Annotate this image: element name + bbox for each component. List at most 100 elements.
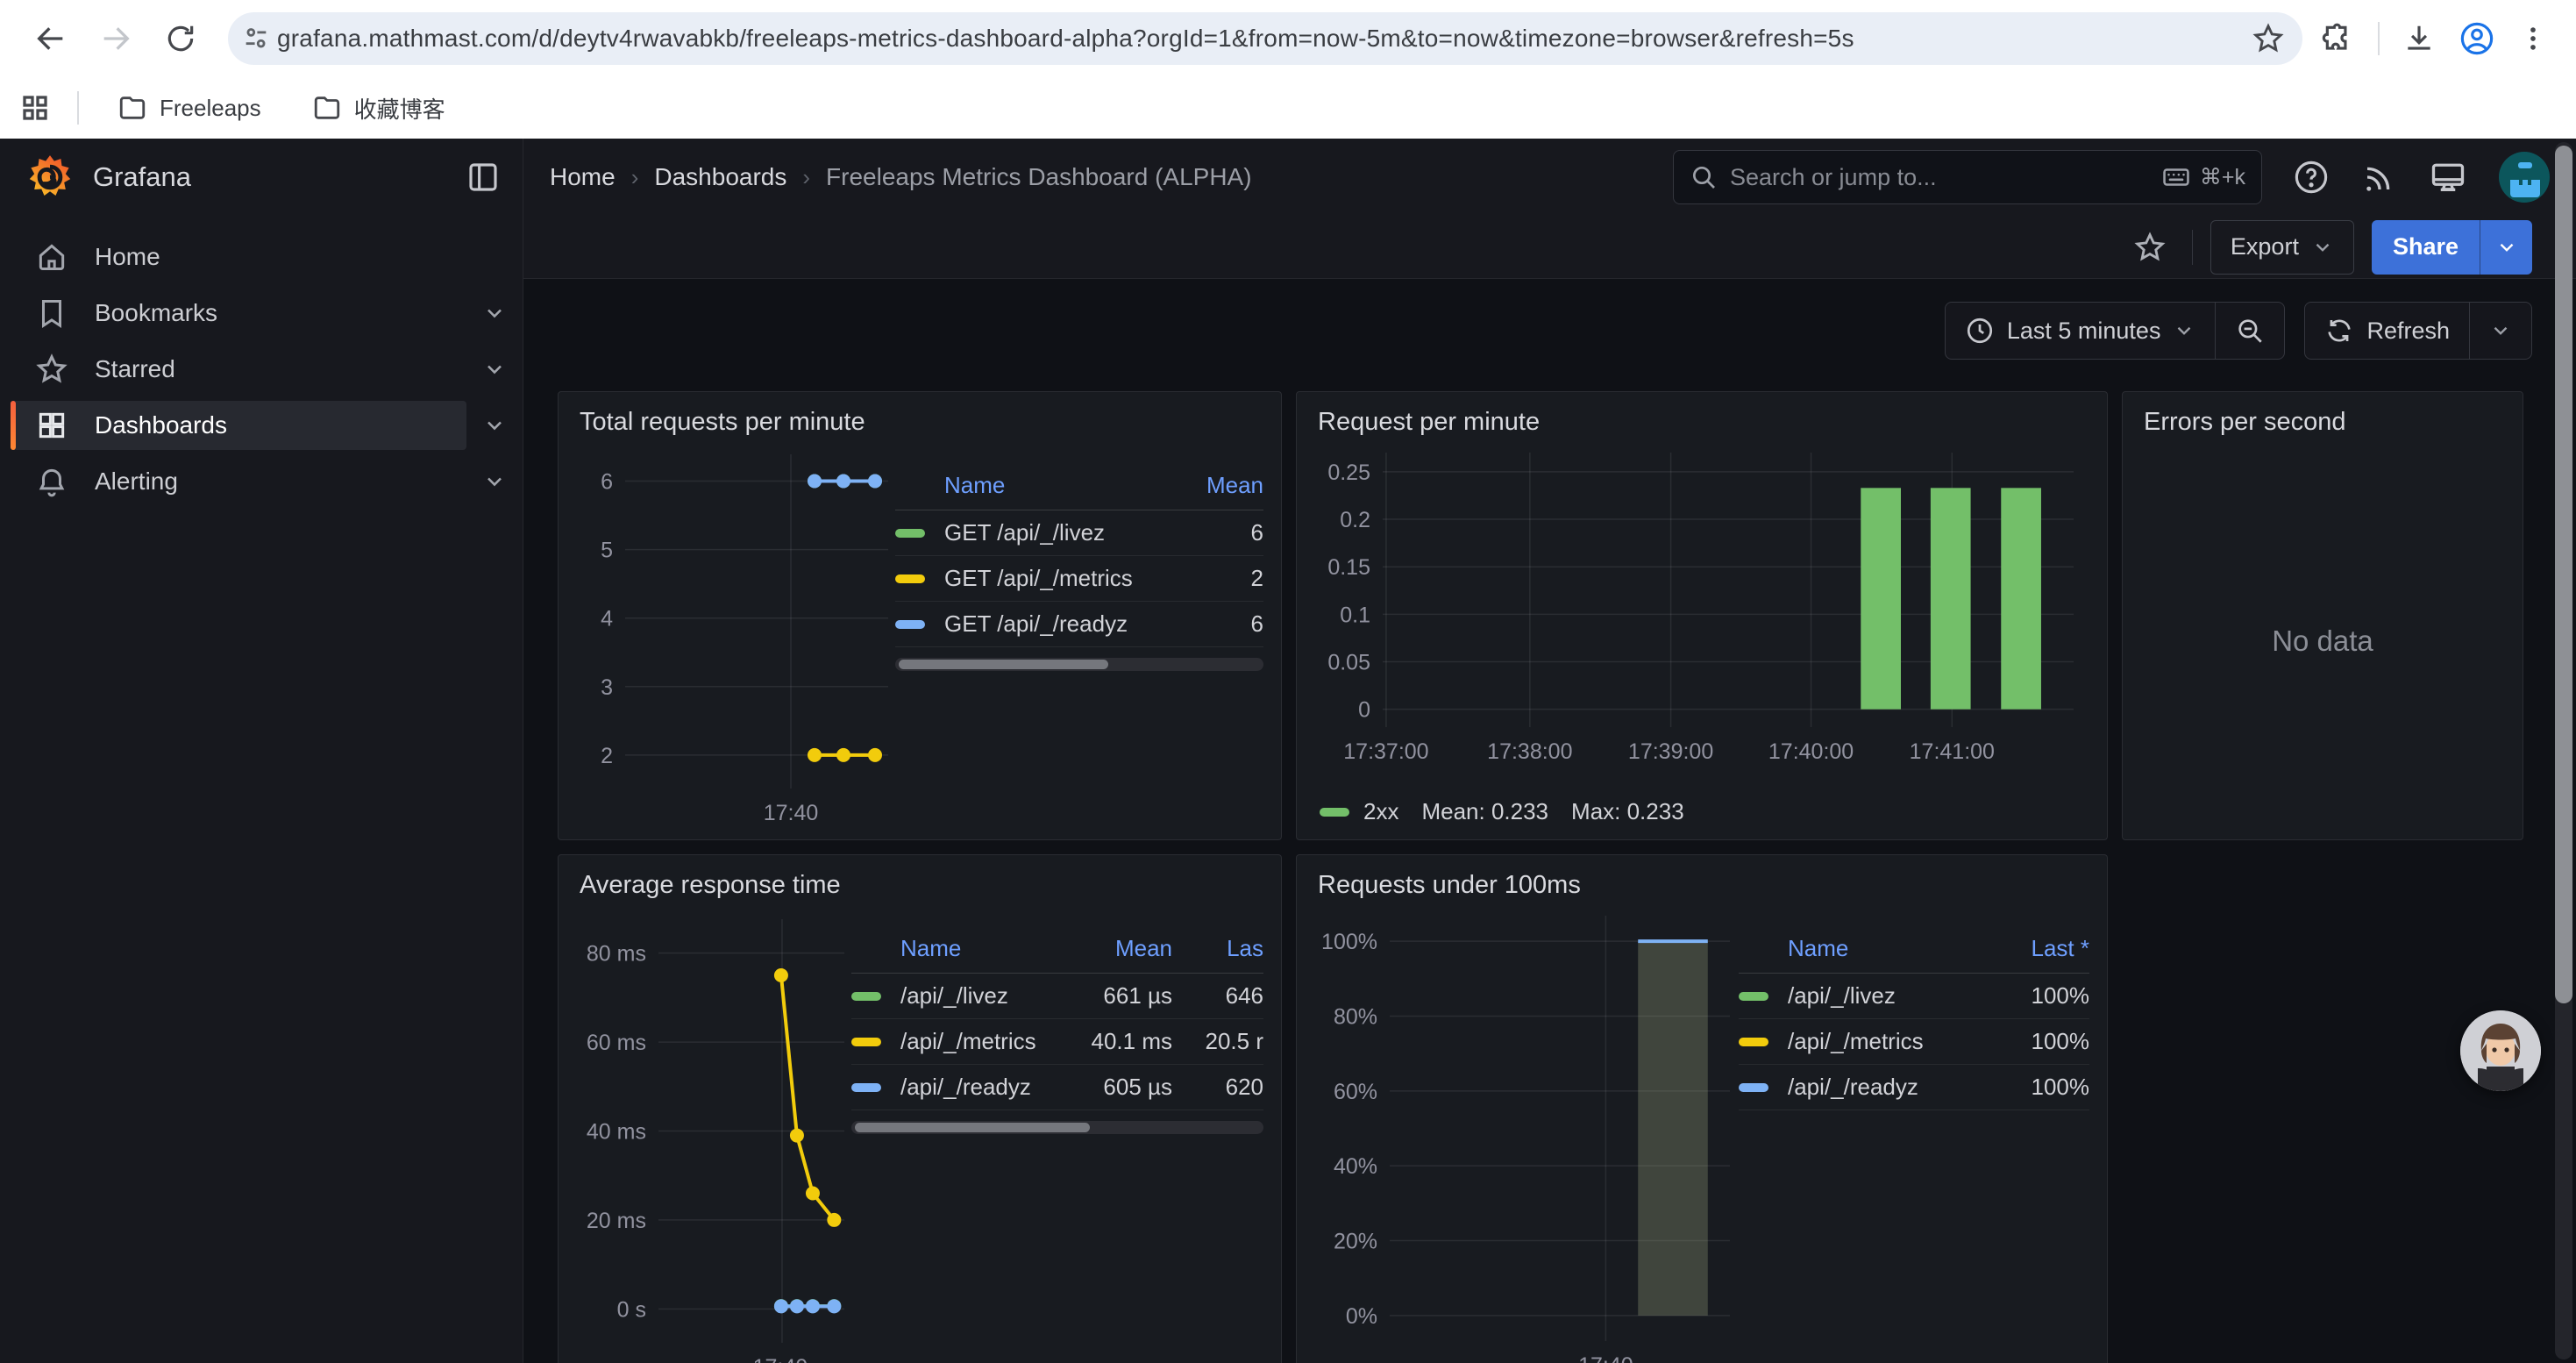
series-name: GET /api/_/metrics <box>944 565 1153 592</box>
bookmark-folder-blogs[interactable]: 收藏博客 <box>300 85 458 132</box>
zoom-out-button[interactable] <box>2216 303 2284 359</box>
svg-text:0 s: 0 s <box>617 1297 646 1322</box>
legend-row[interactable]: /api/_/metrics40.1 ms20.5 r <box>851 1019 1263 1065</box>
panel-title[interactable]: Requests under 100ms <box>1297 855 2107 905</box>
svg-text:0%: 0% <box>1346 1304 1377 1329</box>
legend-column-header[interactable]: Name <box>944 472 1153 499</box>
panel-title[interactable]: Average response time <box>559 855 1281 905</box>
legend-value: 6 <box>1153 610 1263 638</box>
kiosk-mode-button[interactable] <box>2429 158 2467 196</box>
url-text[interactable]: grafana.mathmast.com/d/deytv4rwavabkb/fr… <box>277 25 2252 53</box>
legend-table: NameMeanLas/api/_/livez661 µs646/api/_/m… <box>851 935 1263 1363</box>
legend-row[interactable]: /api/_/metrics100% <box>1739 1019 2089 1065</box>
chevron-down-icon <box>2311 236 2334 259</box>
legend-column-header[interactable]: Mean <box>1153 472 1263 499</box>
series-color-pill <box>1320 808 1349 817</box>
legend-row[interactable]: GET /api/_/livez6 <box>895 510 1263 556</box>
legend-value: 20.5 r <box>1172 1028 1263 1055</box>
svg-text:20%: 20% <box>1334 1230 1377 1254</box>
legend-scrollbar[interactable] <box>851 1121 1263 1134</box>
extensions-icon[interactable] <box>2322 22 2355 55</box>
panel-title[interactable]: Total requests per minute <box>559 392 1281 442</box>
legend-scrollbar[interactable] <box>895 658 1263 671</box>
time-range-picker[interactable]: Last 5 minutes <box>1946 303 2216 359</box>
legend-row[interactable]: GET /api/_/readyz6 <box>895 602 1263 647</box>
svg-text:80 ms: 80 ms <box>587 942 646 967</box>
user-avatar[interactable] <box>2497 150 2551 204</box>
refresh-interval-button[interactable] <box>2470 303 2531 359</box>
sidebar-item-home[interactable]: Home <box>0 230 523 284</box>
expand-chevron[interactable] <box>466 469 523 494</box>
legend-row[interactable]: /api/_/livez100% <box>1739 974 2089 1019</box>
reload-button[interactable] <box>153 11 209 67</box>
help-button[interactable] <box>2292 158 2330 196</box>
svg-text:20 ms: 20 ms <box>587 1209 646 1233</box>
legend-column-header[interactable]: Las <box>1172 935 1263 962</box>
refresh-button[interactable]: Refresh <box>2305 303 2469 359</box>
series-mean: Mean: 0.233 <box>1421 798 1548 825</box>
grafana-logo[interactable] <box>26 153 74 201</box>
star-icon <box>35 353 68 386</box>
url-bar[interactable]: grafana.mathmast.com/d/deytv4rwavabkb/fr… <box>228 12 2302 65</box>
favorite-dashboard-button[interactable] <box>2125 223 2174 272</box>
breadcrumb-home[interactable]: Home <box>550 163 616 191</box>
back-button[interactable] <box>23 11 79 67</box>
breadcrumb: Home › Dashboards › Freeleaps Metrics Da… <box>550 163 1252 191</box>
sidebar-item-starred[interactable]: Starred <box>0 342 523 396</box>
legend-row[interactable]: /api/_/readyz100% <box>1739 1065 2089 1110</box>
search-placeholder: Search or jump to... <box>1730 164 2149 191</box>
toolbar-divider <box>2192 230 2193 265</box>
legend-column-header[interactable]: Mean <box>1042 935 1172 962</box>
svg-text:17:41:00: 17:41:00 <box>1910 739 1995 764</box>
sidebar-item-dashboards[interactable]: Dashboards <box>0 398 523 453</box>
svg-text:17:40: 17:40 <box>764 801 819 825</box>
bookmark-folder-freeleaps[interactable]: Freeleaps <box>105 86 274 130</box>
search-input[interactable]: Search or jump to... ⌘+k <box>1673 150 2262 204</box>
chevron-down-icon <box>2173 319 2195 342</box>
nav-sidebar: Home Bookmarks Starred D <box>0 216 523 1363</box>
svg-text:5: 5 <box>601 539 613 563</box>
legend-header: NameLast * <box>1739 935 2089 974</box>
sidebar-item-bookmarks[interactable]: Bookmarks <box>0 286 523 340</box>
apps-grid-icon[interactable] <box>19 92 51 124</box>
sidebar-item-alerting[interactable]: Alerting <box>0 454 523 509</box>
legend-column-header[interactable]: Name <box>900 935 1042 962</box>
profile-icon[interactable] <box>2459 20 2495 57</box>
site-settings-icon[interactable] <box>235 18 277 60</box>
news-button[interactable] <box>2360 158 2399 196</box>
page-scrollbar-thumb[interactable] <box>2555 146 2572 1003</box>
panel-title[interactable]: Errors per second <box>2123 392 2523 442</box>
legend-row[interactable]: /api/_/livez661 µs646 <box>851 974 1263 1019</box>
no-data-message: No data <box>2123 442 2523 839</box>
series-name: 2xx <box>1363 798 1398 825</box>
assistant-avatar-widget[interactable] <box>2460 1010 2541 1091</box>
bookmarks-divider <box>77 91 79 125</box>
share-menu-button[interactable] <box>2480 220 2532 275</box>
export-button[interactable]: Export <box>2210 220 2354 275</box>
series-color-pill <box>1739 1038 1768 1046</box>
expand-chevron[interactable] <box>466 413 523 438</box>
svg-text:80%: 80% <box>1334 1004 1377 1029</box>
menu-kebab-icon[interactable] <box>2518 24 2548 54</box>
expand-chevron[interactable] <box>466 357 523 382</box>
breadcrumb-dashboards[interactable]: Dashboards <box>654 163 786 191</box>
grafana-header: Home › Dashboards › Freeleaps Metrics Da… <box>523 139 2576 216</box>
breadcrumb-separator: › <box>802 164 810 191</box>
panel-title[interactable]: Request per minute <box>1297 392 2107 442</box>
back-arrow-icon <box>33 21 68 56</box>
forward-button[interactable] <box>88 11 144 67</box>
panel-total-requests-per-minute: Total requests per minute 6543217:40 Nam… <box>558 391 1282 840</box>
bookmark-star-icon[interactable] <box>2252 22 2285 55</box>
legend-row[interactable]: /api/_/readyz605 µs620 <box>851 1065 1263 1110</box>
legend-row[interactable]: GET /api/_/metrics2 <box>895 556 1263 602</box>
expand-chevron[interactable] <box>466 301 523 325</box>
downloads-icon[interactable] <box>2402 22 2436 55</box>
panel-errors-per-second: Errors per second No data <box>2122 391 2523 840</box>
legend-column-header[interactable]: Name <box>1788 935 1979 962</box>
legend-row[interactable]: 2xx Mean: 0.233 Max: 0.233 <box>1320 798 1684 825</box>
share-button[interactable]: Share <box>2372 220 2480 275</box>
time-range-label: Last 5 minutes <box>2007 318 2161 345</box>
svg-text:3: 3 <box>601 675 613 700</box>
legend-column-header[interactable]: Last * <box>1979 935 2089 962</box>
dock-menu-icon[interactable] <box>465 159 502 196</box>
